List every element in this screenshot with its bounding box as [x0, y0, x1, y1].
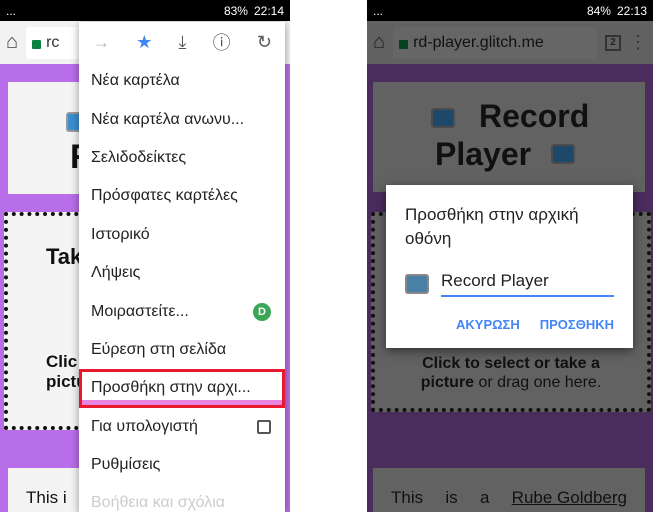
add-button[interactable]: ΠΡΟΣΘΗΚΗ — [540, 317, 614, 332]
checkbox[interactable] — [257, 419, 271, 434]
clock: 22:13 — [616, 3, 647, 18]
star-icon[interactable]: ★ — [136, 32, 152, 53]
menu-item-desktop-site[interactable]: Για υπολογιστή — [79, 408, 285, 446]
title-card: R — [8, 82, 95, 194]
menu-item-share[interactable]: Μοιραστείτε... D — [79, 292, 285, 330]
menu-item-incognito-tab[interactable]: Νέα καρτέλα ανωνυ... — [79, 100, 285, 138]
download-icon[interactable]: ⤓ — [179, 32, 187, 53]
menu-label: Νέα καρτέλα ανωνυ... — [91, 110, 245, 128]
radio-icon — [551, 144, 575, 164]
url-bar[interactable]: rd-player.glitch.me — [393, 26, 597, 59]
overflow-menu-icon[interactable]: ⋮ — [629, 32, 647, 53]
share-app-icon: D — [253, 302, 271, 321]
menu-item-find-in-page[interactable]: Εύρεση στη σελίδα — [79, 331, 285, 369]
status-dots: ... — [6, 3, 17, 18]
menu-item-help[interactable]: Βοήθεια και σχόλια — [79, 484, 285, 512]
word: a — [479, 488, 490, 507]
status-bar: ... 84% 22:13 — [367, 0, 653, 21]
description-card: This is a Rube Goldberg — [373, 468, 645, 512]
menu-label: Ιστορικό — [91, 225, 150, 243]
clock: 22:14 — [253, 3, 284, 18]
right-screenshot: ... 84% 22:13 ⌂ rd-player.glitch.me 2 ⋮ … — [367, 0, 653, 512]
battery-level: 83% — [223, 3, 248, 18]
menu-item-new-tab[interactable]: Νέα καρτέλα — [79, 62, 285, 100]
description-text: This i — [26, 488, 67, 507]
tab-switcher-button[interactable]: 2 — [605, 34, 621, 51]
url-text: rd-player.glitch.me — [413, 33, 544, 51]
lock-icon — [32, 40, 42, 49]
menu-item-downloads[interactable]: Λήψεις — [79, 254, 285, 292]
reload-icon[interactable]: ↻ — [257, 32, 272, 53]
menu-label: Εύρεση στη σελίδα — [91, 340, 227, 358]
title-line-2: Player — [435, 136, 532, 172]
menu-label: Πρόσφατες καρτέλες — [91, 187, 238, 205]
separator — [290, 0, 367, 512]
word: is — [445, 488, 458, 507]
cancel-button[interactable]: ΑΚΥΡΩΣΗ — [456, 317, 520, 332]
title-card: Record Player — [373, 82, 645, 192]
radio-icon — [431, 108, 455, 128]
menu-label: Προσθήκη στην αρχι... — [91, 379, 251, 397]
info-icon[interactable]: ⓘ — [213, 29, 231, 55]
home-icon[interactable]: ⌂ — [6, 31, 18, 54]
lock-icon — [399, 40, 409, 49]
app-radio-icon — [405, 274, 429, 294]
menu-icon-row: → ★ ⤓ ⓘ ↻ — [79, 22, 285, 62]
home-icon[interactable]: ⌂ — [373, 31, 385, 54]
menu-label: Μοιραστείτε... — [91, 302, 189, 320]
forward-icon[interactable]: → — [92, 32, 110, 53]
battery-level: 84% — [586, 3, 611, 18]
click-text: Clic — [46, 352, 78, 371]
shortcut-name-input[interactable]: Record Player — [441, 271, 614, 297]
chrome-overflow-menu: → ★ ⤓ ⓘ ↻ Νέα καρτέλα Νέα καρτέλα ανωνυ.… — [79, 22, 285, 512]
left-screenshot: ... 83% 22:14 ⌂ rc R Tak Clic pictu This… — [0, 0, 290, 512]
dialog-title: Προσθήκη στην αρχική οθόνη — [405, 205, 579, 248]
title-line-1: Record — [479, 98, 590, 134]
drag-text: or drag one here. — [474, 374, 602, 391]
status-dots: ... — [373, 3, 384, 18]
menu-item-settings[interactable]: Ρυθμίσεις — [79, 446, 285, 484]
status-bar: ... 83% 22:14 — [0, 0, 290, 21]
menu-label: Σελιδοδείκτες — [91, 148, 187, 166]
menu-item-add-to-home-screen[interactable]: Προσθήκη στην αρχι... — [79, 369, 285, 408]
menu-item-recent-tabs[interactable]: Πρόσφατες καρτέλες — [79, 177, 285, 215]
word: This — [391, 488, 424, 507]
click-text: Click to select or take a — [422, 355, 600, 372]
menu-label: Νέα καρτέλα — [91, 72, 180, 90]
rube-goldberg-link[interactable]: Rube Goldberg — [512, 488, 627, 508]
url-text: rc — [46, 33, 60, 51]
menu-label: Για υπολογιστή — [91, 417, 198, 435]
menu-item-bookmarks[interactable]: Σελιδοδείκτες — [79, 139, 285, 177]
take-text: Tak — [46, 244, 83, 269]
menu-item-history[interactable]: Ιστορικό — [79, 216, 285, 254]
menu-label: Ρυθμίσεις — [91, 456, 161, 474]
browser-toolbar: ⌂ rd-player.glitch.me 2 ⋮ — [367, 21, 653, 64]
add-to-home-dialog: Προσθήκη στην αρχική οθόνη Record Player… — [386, 185, 633, 348]
menu-label: Βοήθεια και σχόλια — [91, 494, 226, 512]
picture-text: picture — [420, 374, 475, 391]
menu-label: Λήψεις — [91, 264, 141, 282]
